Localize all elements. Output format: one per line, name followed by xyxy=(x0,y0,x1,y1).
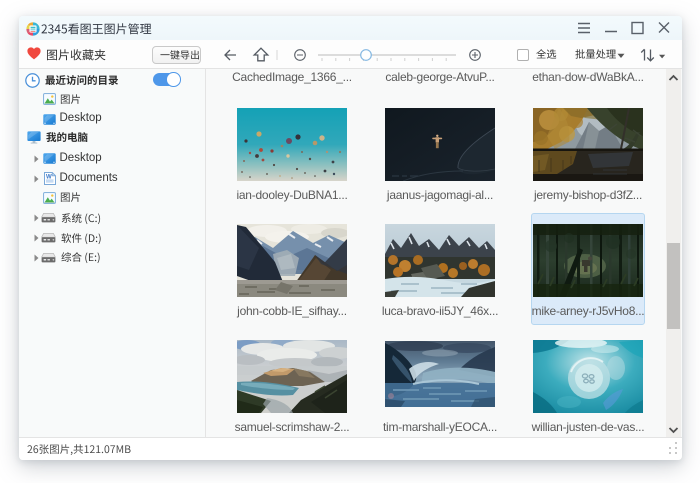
svg-text:W: W xyxy=(46,174,52,180)
